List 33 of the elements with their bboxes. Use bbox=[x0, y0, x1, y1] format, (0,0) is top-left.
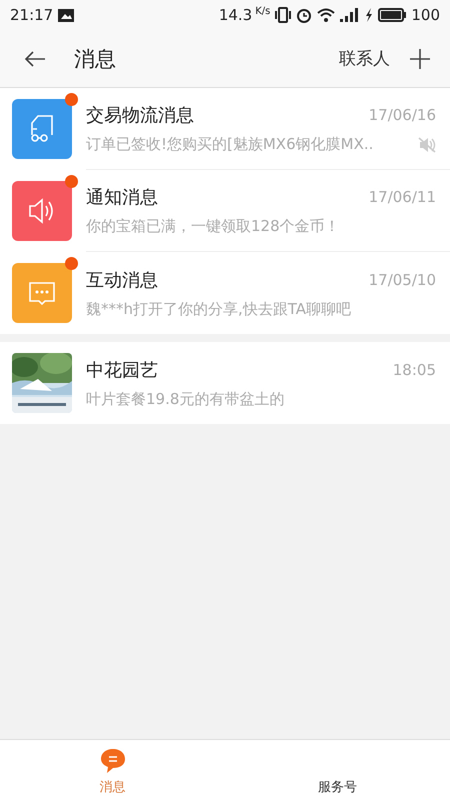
alarm-icon bbox=[296, 7, 312, 23]
speed-unit: K/s bbox=[255, 6, 270, 17]
message-time: 17/06/16 bbox=[368, 106, 436, 124]
network-speed: 14.3 bbox=[218, 6, 252, 24]
chat-bubble-icon bbox=[100, 748, 126, 774]
page-title: 消息 bbox=[74, 46, 116, 72]
back-icon bbox=[24, 50, 46, 66]
message-item[interactable]: 中花园艺 18:05 叶片套餐19.8元的有带盆土的 bbox=[0, 342, 450, 424]
battery-icon bbox=[378, 8, 406, 22]
message-time: 18:05 bbox=[392, 360, 436, 378]
message-time: 17/06/11 bbox=[368, 188, 436, 206]
message-item[interactable]: 交易物流消息 17/06/16 订单已签收!您购买的[魅族MX6钢化膜MX.. bbox=[0, 88, 450, 170]
message-title: 互动消息 bbox=[86, 268, 159, 292]
battery-level: 100 bbox=[411, 6, 440, 24]
message-time: 17/05/10 bbox=[368, 270, 436, 288]
message-preview: 魏***h打开了你的分享,快去跟TA聊聊吧 bbox=[86, 300, 352, 318]
signal-icon bbox=[340, 8, 360, 22]
tab[interactable]: 服务号 bbox=[225, 740, 450, 800]
message-title: 交易物流消息 bbox=[86, 104, 195, 127]
message-preview: 你的宝箱已满，一键领取128个金币！ bbox=[86, 217, 341, 236]
message-preview: 订单已签收!您购买的[魅族MX6钢化膜MX.. bbox=[86, 135, 374, 154]
message-preview: 叶片套餐19.8元的有带盆土的 bbox=[86, 390, 286, 408]
contacts-link[interactable]: 联系人 bbox=[339, 47, 390, 70]
plus-icon bbox=[410, 48, 430, 68]
wifi-icon bbox=[317, 8, 336, 22]
message-title: 中花园艺 bbox=[86, 358, 159, 382]
image-icon bbox=[58, 8, 74, 22]
message-item[interactable]: 互动消息 17/05/10 魏***h打开了你的分享,快去跟TA聊聊吧 bbox=[0, 252, 450, 334]
clock-time: 21:17 bbox=[10, 6, 54, 24]
message-title: 通知消息 bbox=[86, 186, 159, 209]
message-item[interactable]: 通知消息 17/06/11 你的宝箱已满，一键领取128个金币！ bbox=[0, 170, 450, 252]
vibrate-icon bbox=[275, 7, 292, 23]
charging-icon bbox=[365, 8, 374, 22]
